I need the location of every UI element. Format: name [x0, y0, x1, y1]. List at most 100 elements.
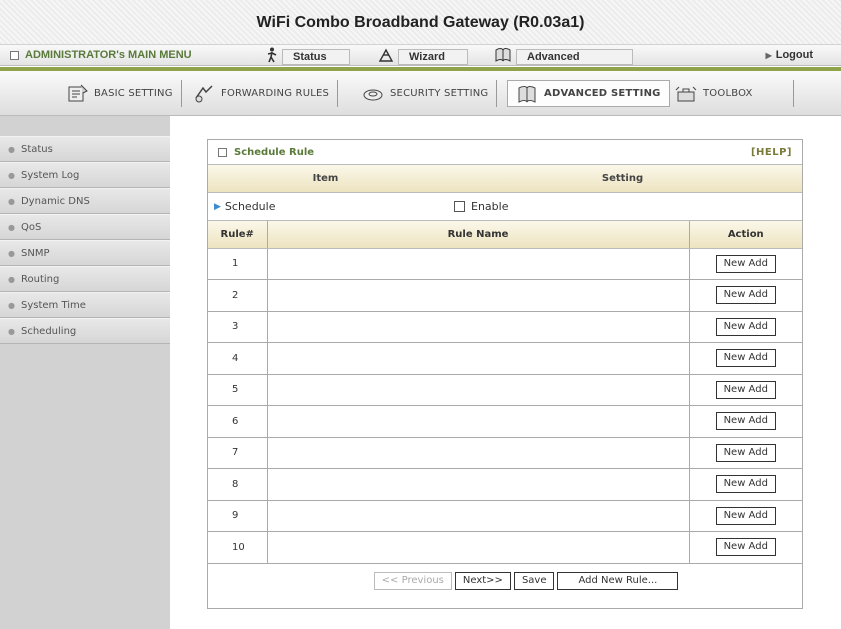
add-new-rule-button[interactable]: Add New Rule...: [557, 572, 679, 590]
new-add-button[interactable]: New Add: [715, 317, 776, 336]
sidebar-item-dynamic-dns[interactable]: ● Dynamic DNS: [0, 188, 170, 214]
new-add-button[interactable]: New Add: [715, 506, 776, 525]
sidebar-item-label: System Log: [20, 170, 80, 181]
nav-security-setting[interactable]: SECURITY SETTING: [362, 80, 498, 107]
rule-number: 2: [208, 279, 268, 312]
rule-number: 8: [208, 468, 268, 501]
bullet-icon: ●: [8, 275, 15, 284]
nav-forwarding-rules-label: FORWARDING RULES: [221, 88, 330, 99]
next-button[interactable]: Next>>: [454, 572, 511, 590]
rule-name: [267, 279, 690, 312]
nav-forwarding-rules[interactable]: FORWARDING RULES: [193, 80, 339, 107]
new-add-button[interactable]: New Add: [715, 286, 776, 305]
panel-header: Schedule Rule [HELP]: [208, 140, 802, 165]
bullet-icon: ●: [8, 197, 15, 206]
nav-advanced-setting[interactable]: ADVANCED SETTING: [507, 80, 670, 107]
panel-footer: << Previous Next>> Save Add New Rule...: [208, 564, 802, 599]
sidebar-item-routing[interactable]: ● Routing: [0, 266, 170, 292]
sidebar-item-status[interactable]: ● Status: [0, 136, 170, 162]
rule-name: [267, 437, 690, 469]
sidebar-item-label: Scheduling: [20, 326, 77, 337]
enable-label: Enable: [471, 200, 509, 213]
new-add-button[interactable]: New Add: [715, 349, 776, 368]
logout-label: Logout: [775, 49, 813, 61]
enable-checkbox[interactable]: [454, 201, 465, 212]
table-row: 8 New Add: [208, 468, 802, 501]
page-title: WiFi Combo Broadband Gateway (R0.03a1): [256, 14, 585, 31]
schedule-row: ▶ Schedule Enable: [208, 193, 802, 221]
column-rule-name: Rule Name: [267, 221, 690, 249]
column-action: Action: [689, 221, 802, 249]
tab-wizard[interactable]: Wizard: [378, 48, 468, 65]
table-row: 7 New Add: [208, 437, 802, 469]
sidebar-item-system-log[interactable]: ● System Log: [0, 162, 170, 188]
rule-name: [267, 468, 690, 501]
advanced-icon: [494, 47, 512, 66]
table-row: 3 New Add: [208, 311, 802, 343]
rule-number: 3: [208, 311, 268, 343]
previous-button[interactable]: << Previous: [373, 572, 452, 590]
sidebar-item-label: Status: [20, 144, 53, 155]
table-row: 1 New Add: [208, 248, 802, 280]
basic-setting-icon: [66, 84, 88, 104]
new-add-button[interactable]: New Add: [715, 412, 776, 431]
tab-wizard-label: Wizard: [398, 48, 468, 65]
schedule-rule-panel: Schedule Rule [HELP] Item Setting ▶ Sche…: [207, 139, 803, 609]
rule-name: [267, 342, 690, 375]
bullet-icon: ●: [8, 249, 15, 258]
column-setting: Setting: [601, 173, 644, 184]
table-row: 5 New Add: [208, 374, 802, 406]
new-add-button[interactable]: New Add: [715, 443, 776, 462]
sidebar-item-label: System Time: [20, 300, 86, 311]
sidebar-item-scheduling[interactable]: ● Scheduling: [0, 318, 170, 344]
advanced-setting-icon: [516, 84, 538, 104]
rules-table-header: Rule# Rule Name Action: [208, 221, 802, 249]
settings-nav-bar: BASIC SETTING FORWARDING RULES SECURITY …: [0, 71, 841, 116]
tab-status-label: Status: [282, 48, 350, 65]
rules-table: Rule# Rule Name Action 1 New Add 2 New A…: [208, 221, 802, 564]
rule-number: 4: [208, 342, 268, 375]
column-rule-number: Rule#: [208, 221, 268, 249]
bullet-icon: ●: [8, 301, 15, 310]
logout-link[interactable]: ▶ Logout: [766, 49, 813, 61]
sidebar-item-label: SNMP: [20, 248, 50, 259]
sidebar: ● Status ● System Log ● Dynamic DNS ● QoS ● S…: [0, 116, 170, 344]
tab-status[interactable]: Status: [266, 47, 350, 66]
wizard-icon: [378, 47, 394, 66]
rule-number: 7: [208, 437, 268, 469]
rule-name: [267, 405, 690, 438]
nav-basic-setting[interactable]: BASIC SETTING: [66, 80, 182, 107]
nav-toolbox[interactable]: TOOLBOX: [675, 80, 794, 107]
main-menu-bar: ADMINISTRATOR's MAIN MENU Status Wizard …: [0, 44, 841, 66]
rule-number: 10: [208, 531, 268, 564]
admin-main-menu[interactable]: ADMINISTRATOR's MAIN MENU: [10, 49, 192, 61]
sidebar-item-system-time[interactable]: ● System Time: [0, 292, 170, 318]
tab-advanced-label: Advanced: [516, 48, 633, 65]
nav-advanced-setting-label: ADVANCED SETTING: [544, 88, 661, 99]
tab-advanced[interactable]: Advanced: [494, 48, 633, 65]
panel-square-icon: [218, 147, 227, 157]
save-button[interactable]: Save: [513, 572, 555, 590]
new-add-button[interactable]: New Add: [715, 475, 776, 494]
sidebar-item-label: QoS: [20, 222, 42, 233]
rule-name: [267, 311, 690, 343]
admin-menu-label: ADMINISTRATOR's MAIN MENU: [25, 49, 192, 61]
new-add-button[interactable]: New Add: [715, 380, 776, 399]
sidebar-item-snmp[interactable]: ● SNMP: [0, 240, 170, 266]
rule-number: 1: [208, 248, 268, 280]
bullet-icon: ●: [8, 223, 15, 232]
panel-title: Schedule Rule: [234, 146, 315, 158]
triangle-right-icon: ▶: [214, 201, 221, 212]
new-add-button[interactable]: New Add: [715, 538, 776, 557]
new-add-button[interactable]: New Add: [715, 254, 776, 273]
walk-icon: [266, 47, 278, 66]
schedule-label: Schedule: [224, 200, 276, 213]
column-item: Item: [312, 173, 339, 184]
table-row: 4 New Add: [208, 342, 802, 375]
table-row: 6 New Add: [208, 405, 802, 438]
sidebar-item-qos[interactable]: ● QoS: [0, 214, 170, 240]
help-link[interactable]: [HELP]: [751, 147, 792, 158]
title-bar: WiFi Combo Broadband Gateway (R0.03a1): [0, 0, 841, 44]
triangle-right-icon: ▶: [765, 51, 772, 60]
rule-name: [267, 500, 690, 532]
